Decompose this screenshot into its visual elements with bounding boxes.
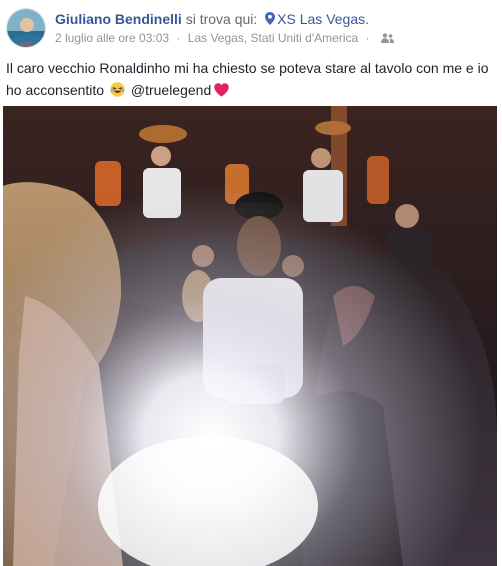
post-text-body: Il caro vecchio Ronaldinho mi ha chiesto… — [6, 60, 489, 98]
laughing-emoji-icon — [110, 81, 125, 97]
location-link[interactable]: XS Las Vegas. — [277, 11, 369, 27]
post-meta: Giuliano Bendinelli si trova qui: XS Las… — [55, 10, 495, 46]
post-text: Il caro vecchio Ronaldinho mi ha chiesto… — [6, 57, 494, 101]
friends-icon[interactable] — [380, 31, 394, 43]
avatar[interactable] — [6, 8, 46, 48]
separator-dot: · — [176, 31, 181, 45]
facebook-post: Giuliano Bendinelli si trova qui: XS Las… — [0, 0, 502, 566]
post-timestamp[interactable]: 2 luglio alle ore 03:03 — [55, 31, 169, 45]
place-detail-link[interactable]: Las Vegas, Stati Uniti d'America — [188, 31, 358, 45]
heart-icon — [214, 81, 229, 97]
author-name[interactable]: Giuliano Bendinelli — [55, 11, 182, 27]
map-pin-icon — [265, 11, 276, 25]
location-prefix: si trova qui: — [185, 11, 258, 27]
mention-link[interactable]: @truelegend — [131, 82, 211, 98]
post-subline: 2 luglio alle ore 03:03 · Las Vegas, Sta… — [55, 30, 495, 46]
post-header: Giuliano Bendinelli si trova qui: XS Las… — [6, 8, 496, 52]
separator-dot: · — [365, 31, 370, 45]
post-photo[interactable] — [3, 106, 497, 566]
header-line: Giuliano Bendinelli si trova qui: XS Las… — [55, 10, 495, 28]
